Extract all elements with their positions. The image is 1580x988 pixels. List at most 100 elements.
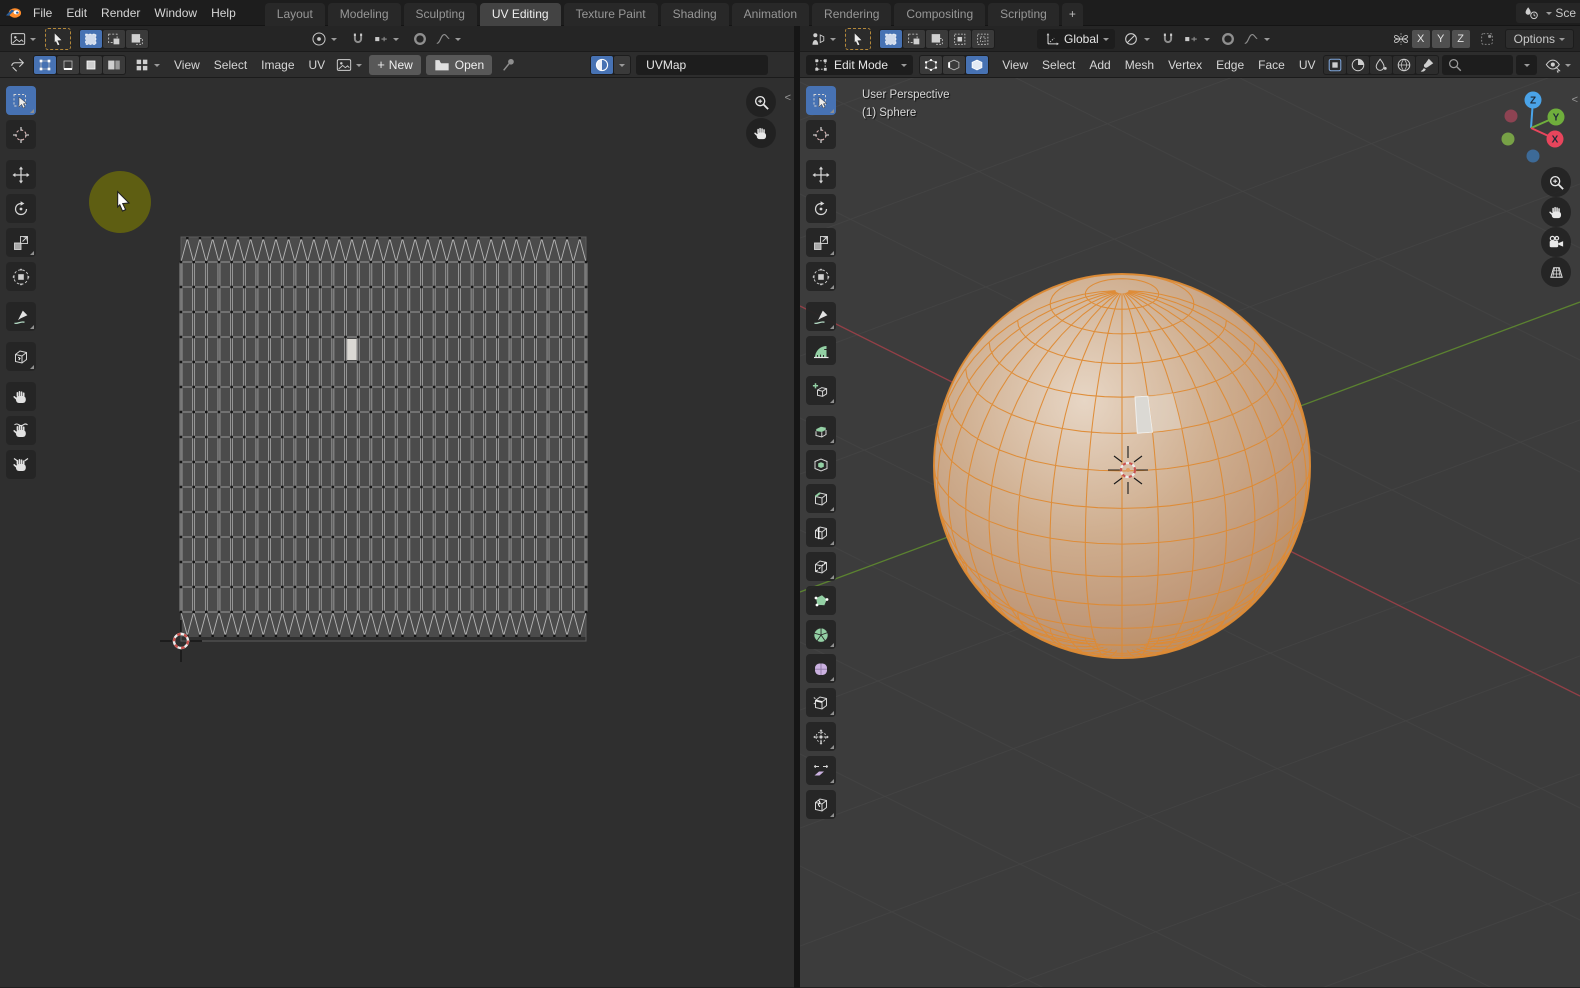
shading-globe-toggle[interactable]	[1392, 55, 1415, 74]
shading-dropdown[interactable]	[1516, 54, 1537, 75]
select-mode-extend[interactable]	[103, 29, 125, 48]
viewport-pan-button[interactable]	[1541, 197, 1571, 227]
tool-tweak-select[interactable]	[6, 86, 36, 115]
viewport-menu-vertex[interactable]: Vertex	[1161, 53, 1209, 77]
snap-toggle[interactable]	[346, 29, 369, 49]
uv-menu-image[interactable]: Image	[254, 53, 301, 77]
uv-menu-uv[interactable]: UV	[302, 53, 333, 77]
uv-select-face[interactable]	[80, 55, 102, 74]
uv-map-name-field[interactable]: UVMap	[636, 54, 769, 75]
menu-file[interactable]: File	[26, 1, 59, 25]
tool-shrink-fatten[interactable]	[806, 722, 836, 751]
select-mode-new[interactable]	[880, 29, 902, 48]
show-gizmo-toggle[interactable]	[1323, 55, 1346, 74]
select-mode-invert[interactable]	[949, 29, 971, 48]
workspace-tab-uv-editing[interactable]: UV Editing	[479, 2, 561, 26]
uv-select-vertex[interactable]	[34, 55, 56, 74]
tool-cursor-3d[interactable]	[806, 120, 836, 149]
tool-relax-hand[interactable]	[6, 416, 36, 445]
falloff-curve-dropdown[interactable]	[1240, 29, 1273, 49]
uv-map-display-chevron[interactable]	[614, 55, 631, 74]
tool-transform[interactable]	[806, 262, 836, 291]
viewport-menu-edge[interactable]: Edge	[1209, 53, 1251, 77]
browse-image-dropdown[interactable]	[332, 55, 365, 75]
tool-rip-region-3d[interactable]	[806, 790, 836, 819]
uv-select-edge[interactable]	[57, 55, 79, 74]
menu-help[interactable]: Help	[204, 1, 243, 25]
snap-toggle[interactable]	[1157, 29, 1180, 49]
options-dropdown[interactable]: Options	[1504, 28, 1574, 49]
tool-loop-cut[interactable]	[806, 518, 836, 547]
tool-shear[interactable]	[806, 756, 836, 785]
falloff-toggle[interactable]	[1217, 29, 1240, 49]
mesh-select-vertex[interactable]	[920, 55, 943, 74]
snap-base-dropdown[interactable]	[1476, 29, 1499, 49]
snap-mode-dropdown[interactable]	[1120, 29, 1153, 49]
tool-tweak-select[interactable]	[806, 86, 836, 115]
select-mode-subtract[interactable]	[926, 29, 948, 48]
active-tool-display[interactable]	[845, 27, 871, 50]
mode-dropdown[interactable]: Edit Mode	[806, 54, 914, 75]
snap-target-dropdown[interactable]	[1180, 29, 1213, 49]
viewport-menu-select[interactable]: Select	[1035, 53, 1082, 77]
workspace-tab-animation[interactable]: Animation	[731, 2, 810, 26]
show-overlays-toggle[interactable]	[1346, 55, 1369, 74]
tool-grab-hand[interactable]	[6, 382, 36, 411]
pin-image-toggle[interactable]	[497, 55, 520, 75]
workspace-tab-sculpting[interactable]: Sculpting	[403, 2, 477, 26]
tool-add-cube[interactable]	[806, 376, 836, 405]
paint-overlay-toggle[interactable]	[1415, 55, 1438, 74]
viewport-menu-face[interactable]: Face	[1251, 53, 1292, 77]
tool-inset-faces[interactable]	[806, 450, 836, 479]
scene-selector[interactable]: Sce	[1516, 2, 1580, 23]
mesh-select-edge[interactable]	[943, 55, 966, 74]
mesh-select-face[interactable]	[966, 55, 989, 74]
tool-cursor-2d[interactable]	[6, 120, 36, 149]
viewport-canvas[interactable]: Z YX User Perspective (1) Sphere <	[800, 78, 1580, 987]
snap-target-dropdown[interactable]	[369, 29, 402, 49]
add-workspace-button[interactable]: +	[1061, 2, 1083, 26]
tool-extrude-region[interactable]	[806, 416, 836, 445]
uv-sidebar-toggle[interactable]: <	[785, 92, 791, 104]
active-tool-dropdown[interactable]	[806, 29, 839, 49]
search-field[interactable]	[1441, 54, 1514, 75]
xray-toggle[interactable]	[1369, 55, 1392, 74]
visibility-dropdown[interactable]	[1541, 55, 1574, 75]
tool-rotate[interactable]	[6, 194, 36, 223]
blender-logo-icon[interactable]	[0, 4, 26, 21]
menu-window[interactable]: Window	[147, 1, 204, 25]
viewport-menu-view[interactable]: View	[995, 53, 1035, 77]
tool-move[interactable]	[806, 160, 836, 189]
falloff-toggle[interactable]	[408, 29, 431, 49]
workspace-tab-scripting[interactable]: Scripting	[988, 2, 1059, 26]
mirror-y-button[interactable]: Y	[1431, 29, 1450, 48]
uv-select-island[interactable]	[103, 55, 125, 74]
uv-sync-selection-toggle[interactable]	[6, 55, 29, 75]
mirror-x-button[interactable]: X	[1411, 29, 1430, 48]
viewport-zoom-button[interactable]	[1541, 167, 1571, 197]
open-image-button[interactable]: Open	[425, 54, 493, 75]
tool-rotate[interactable]	[806, 194, 836, 223]
uv-map-sphere-button[interactable]	[591, 55, 614, 74]
select-mode-new[interactable]	[80, 29, 102, 48]
active-tool-display[interactable]	[45, 27, 71, 50]
navigation-gizmo[interactable]: Z YX	[1501, 91, 1565, 163]
uv-canvas[interactable]: <	[0, 78, 794, 987]
uv-menu-view[interactable]: View	[167, 53, 207, 77]
select-mode-extend[interactable]	[903, 29, 925, 48]
workspace-tab-compositing[interactable]: Compositing	[894, 2, 986, 26]
mirror-z-button[interactable]: Z	[1451, 29, 1470, 48]
transform-orientation-dropdown[interactable]: Global	[1037, 28, 1115, 49]
tool-knife[interactable]	[806, 552, 836, 581]
viewport-menu-uv[interactable]: UV	[1292, 53, 1323, 77]
sticky-selection-dropdown[interactable]	[130, 55, 163, 75]
viewport-sidebar-toggle[interactable]: <	[1572, 94, 1578, 106]
active-tool-dropdown[interactable]	[6, 29, 39, 49]
workspace-tab-shading[interactable]: Shading	[660, 2, 729, 26]
falloff-curve-dropdown[interactable]	[431, 29, 464, 49]
new-image-button[interactable]: + New	[369, 54, 421, 75]
viewport-camera-button[interactable]	[1541, 227, 1571, 257]
select-mode-subtract[interactable]	[126, 29, 148, 48]
viewport-menu-add[interactable]: Add	[1082, 53, 1117, 77]
tool-pinch-hand[interactable]	[6, 450, 36, 479]
